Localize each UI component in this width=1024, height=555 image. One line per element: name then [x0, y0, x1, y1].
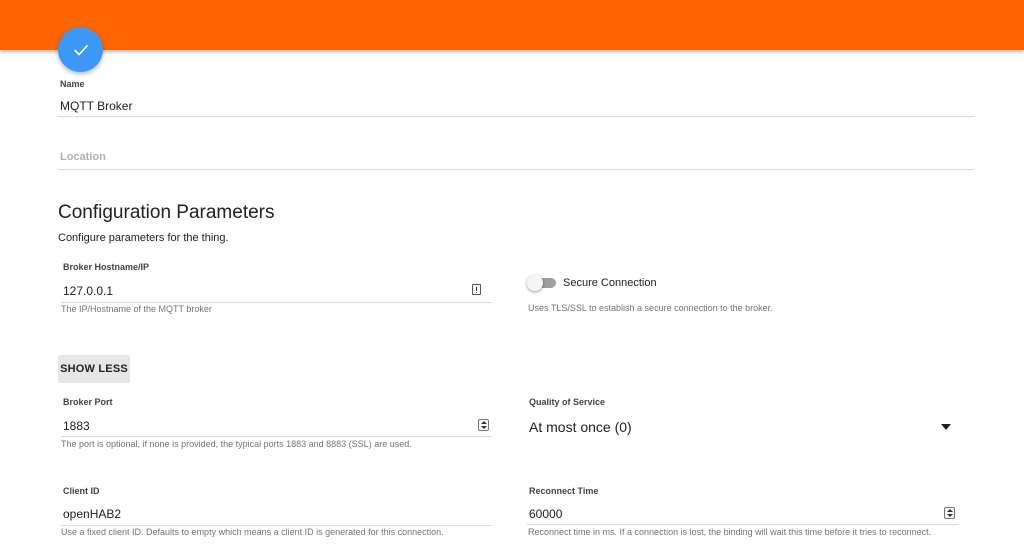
save-fab-button[interactable]	[58, 27, 103, 72]
broker-port-label: Broker Port	[63, 397, 113, 407]
location-underline	[58, 169, 974, 170]
broker-port-stepper[interactable]	[478, 419, 489, 431]
show-less-button[interactable]: SHOW LESS	[58, 355, 130, 383]
reconnect-time-stepper[interactable]	[944, 507, 955, 519]
location-input[interactable]: Location	[60, 151, 106, 163]
client-id-input[interactable]: openHAB2	[63, 507, 121, 521]
broker-port-input[interactable]: 1883	[63, 419, 90, 433]
broker-host-label: Broker Hostname/IP	[63, 262, 150, 272]
qos-select[interactable]: At most once (0)	[529, 419, 632, 435]
broker-host-underline	[61, 302, 492, 303]
broker-host-input[interactable]: 127.0.0.1	[63, 284, 113, 298]
client-id-label: Client ID	[63, 486, 100, 496]
info-icon[interactable]	[472, 284, 481, 295]
reconnect-time-underline	[527, 524, 958, 525]
qos-dropdown-arrow-icon[interactable]	[941, 424, 951, 430]
name-input[interactable]: MQTT Broker	[60, 99, 132, 113]
check-icon	[73, 44, 88, 55]
client-id-underline	[61, 525, 492, 526]
top-app-bar	[0, 0, 1024, 50]
broker-port-hint: The port is optional, if none is provide…	[61, 439, 412, 449]
broker-port-underline	[61, 436, 492, 437]
client-id-hint: Use a fixed client ID. Defaults to empty…	[61, 527, 444, 537]
broker-host-hint: The IP/Hostname of the MQTT broker	[61, 304, 212, 314]
qos-label: Quality of Service	[529, 397, 606, 407]
config-section-title: Configuration Parameters	[58, 202, 275, 223]
name-label: Name	[60, 79, 85, 89]
reconnect-time-label: Reconnect Time	[529, 486, 599, 496]
reconnect-time-hint: Reconnect time in ms. If a connection is…	[528, 527, 932, 537]
config-section-description: Configure parameters for the thing.	[58, 232, 229, 244]
secure-connection-toggle-knob[interactable]	[527, 275, 543, 291]
name-underline	[58, 116, 974, 117]
reconnect-time-input[interactable]: 60000	[529, 507, 562, 521]
secure-connection-label: Secure Connection	[563, 277, 657, 289]
secure-connection-hint: Uses TLS/SSL to establish a secure conne…	[528, 303, 773, 313]
